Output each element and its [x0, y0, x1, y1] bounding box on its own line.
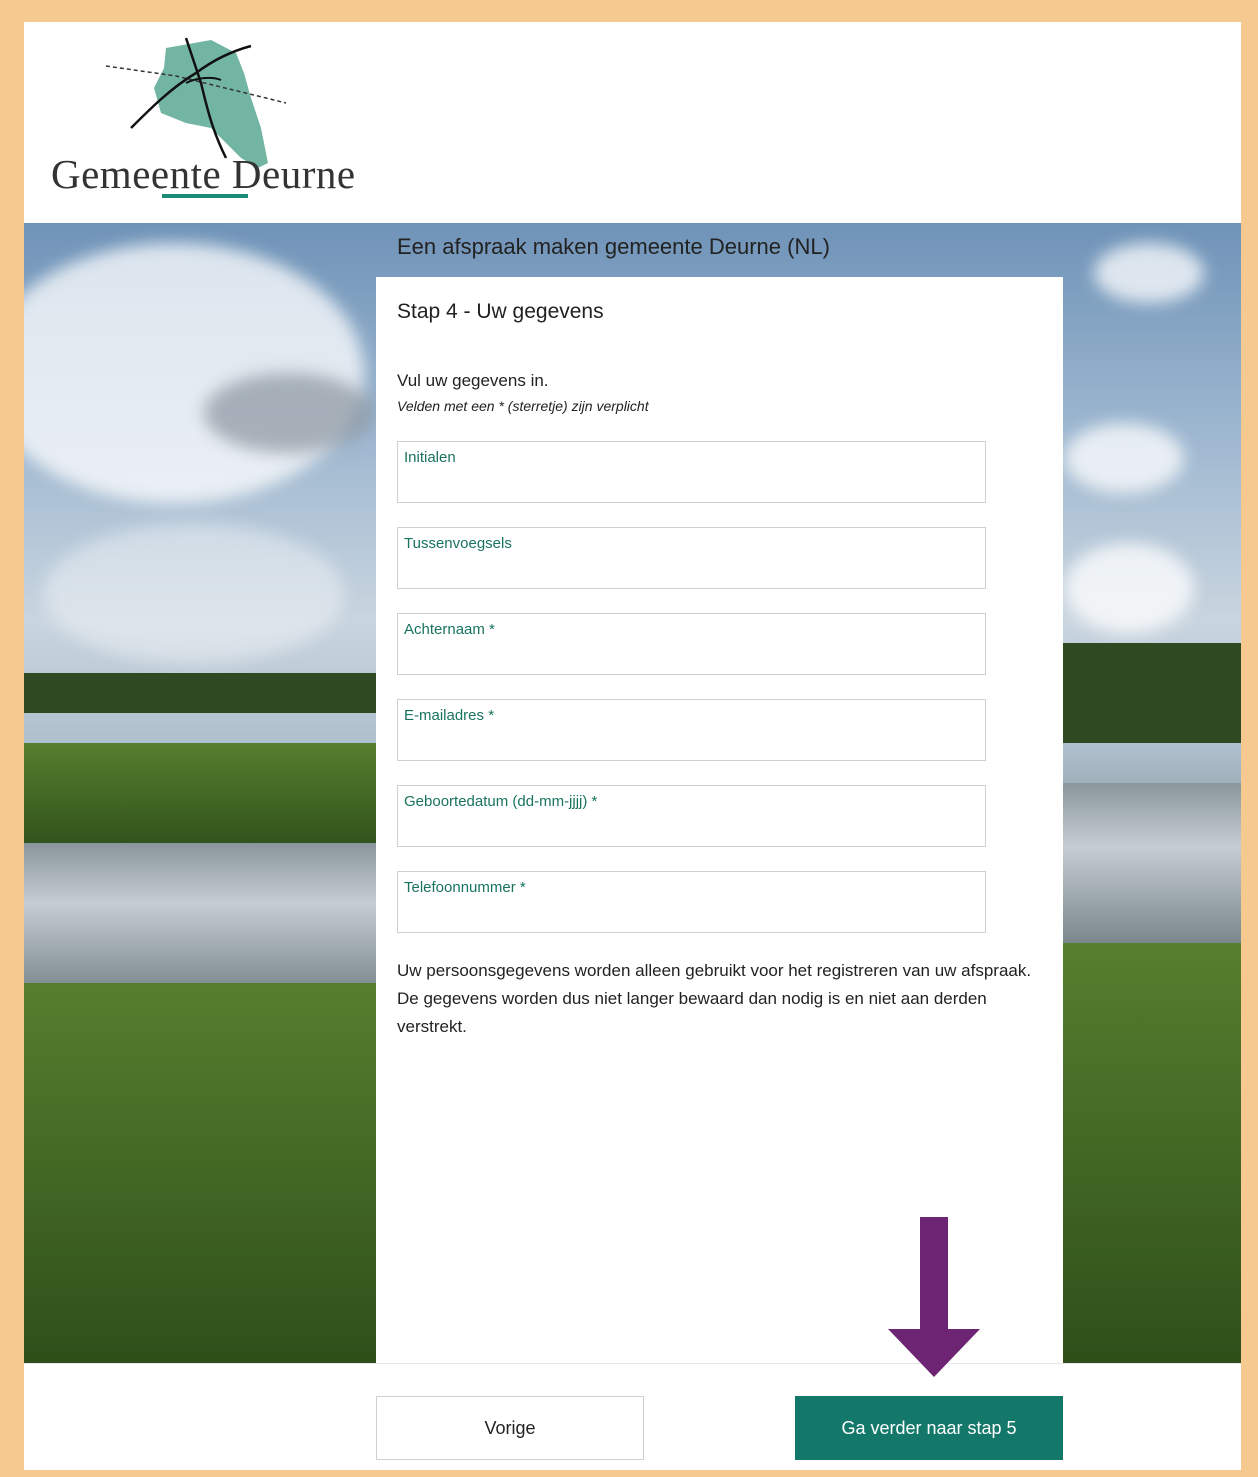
- footer-nav: Vorige Ga verder naar stap 5: [24, 1363, 1241, 1470]
- previous-button[interactable]: Vorige: [376, 1396, 644, 1460]
- step-title: Stap 4 - Uw gegevens: [397, 300, 604, 323]
- achternaam-input[interactable]: [404, 644, 978, 670]
- cloud: [24, 243, 364, 503]
- cloud: [1094, 243, 1204, 303]
- header: Gemeente Deurne: [24, 22, 1241, 223]
- field-label: E-mailadres *: [404, 707, 495, 724]
- treeline: [1054, 643, 1241, 743]
- cloud: [44, 523, 344, 663]
- geboortedatum-field[interactable]: Geboortedatum (dd-mm-jjjj) *: [397, 785, 986, 847]
- page-title: Een afspraak maken gemeente Deurne (NL): [397, 234, 830, 259]
- reeds: [24, 983, 384, 1363]
- cloud: [1064, 423, 1184, 493]
- required-hint: Velden met een * (sterretje) zijn verpli…: [397, 398, 649, 414]
- treeline: [24, 673, 384, 713]
- initialen-input[interactable]: [404, 472, 978, 498]
- email-field[interactable]: E-mailadres *: [397, 699, 986, 761]
- field-label: Initialen: [404, 449, 456, 466]
- reeds: [1054, 943, 1241, 1363]
- tussenvoegsels-input[interactable]: [404, 558, 978, 584]
- email-input[interactable]: [404, 730, 978, 756]
- logo-text: Gemeente Deurne: [51, 151, 356, 197]
- geboortedatum-input[interactable]: [404, 816, 978, 842]
- next-step-button[interactable]: Ga verder naar stap 5: [795, 1396, 1063, 1460]
- field-label: Achternaam *: [404, 621, 495, 638]
- arrow-down-icon: [888, 1217, 980, 1377]
- field-label: Geboortedatum (dd-mm-jjjj) *: [404, 793, 598, 810]
- gemeente-deurne-logo[interactable]: Gemeente Deurne: [36, 28, 376, 218]
- initialen-field[interactable]: Initialen: [397, 441, 986, 503]
- cloud: [204, 373, 374, 453]
- telefoonnummer-field[interactable]: Telefoonnummer *: [397, 871, 986, 933]
- water: [1054, 783, 1241, 943]
- intro-text: Vul uw gegevens in.: [397, 371, 549, 390]
- telefoonnummer-input[interactable]: [404, 902, 978, 928]
- cloud: [1064, 543, 1194, 633]
- achternaam-field[interactable]: Achternaam *: [397, 613, 986, 675]
- water: [24, 843, 384, 993]
- logo-underline: [162, 194, 248, 198]
- privacy-notice: Uw persoonsgegevens worden alleen gebrui…: [397, 961, 1032, 1036]
- form-panel: Stap 4 - Uw gegevens Vul uw gegevens in.…: [376, 277, 1063, 1367]
- field-label: Telefoonnummer *: [404, 879, 526, 896]
- field-label: Tussenvoegsels: [404, 535, 512, 552]
- tussenvoegsels-field[interactable]: Tussenvoegsels: [397, 527, 986, 589]
- reeds: [24, 743, 384, 853]
- page-frame: Gemeente Deurne Een afspraak maken gemee…: [24, 22, 1241, 1470]
